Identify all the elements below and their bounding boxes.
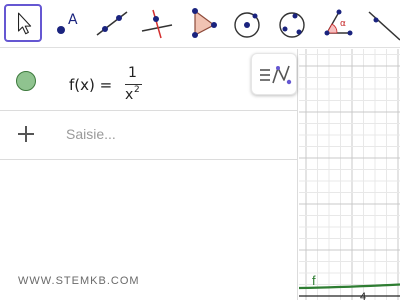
toolbar: A α [0, 0, 400, 48]
circle-center-tool-button[interactable] [228, 4, 266, 42]
reflect-line-icon [368, 11, 400, 41]
geogebra-app: A α f(x) = 1 x 2 Saisie... WWW.STEMKB.CO… [0, 0, 400, 300]
reflect-line-tool-button[interactable] [363, 4, 400, 42]
curve-label: f [312, 273, 316, 288]
polygon-icon [192, 8, 217, 38]
line-tool-button[interactable] [93, 4, 131, 42]
stylebar-toggle-button[interactable] [251, 53, 297, 95]
angle-label: α [340, 19, 346, 29]
move-tool-button[interactable] [4, 4, 42, 42]
point-tool-button[interactable]: A [48, 4, 86, 42]
perpendicular-line-tool-button[interactable] [138, 4, 176, 42]
function-denominator-base: x [125, 87, 134, 103]
input-bar[interactable]: Saisie... [66, 126, 116, 142]
point-icon: A [57, 12, 78, 34]
graphics-view[interactable]: f 4 [299, 49, 400, 300]
stylebar-icon [260, 65, 292, 85]
algebra-input-row[interactable]: Saisie... [0, 111, 298, 160]
polygon-tool-button[interactable] [183, 4, 221, 42]
function-lhs: f(x) = [69, 76, 113, 94]
watermark: WWW.STEMKB.COM [18, 275, 140, 287]
plus-icon[interactable] [15, 123, 37, 145]
function-denominator-exponent: 2 [134, 85, 140, 95]
point-label: A [68, 12, 78, 28]
visibility-toggle[interactable] [16, 71, 36, 91]
angle-tool-button[interactable]: α [318, 4, 356, 42]
function-numerator: 1 [128, 65, 137, 81]
circle-three-points-icon [279, 12, 305, 38]
circle-center-point-icon [234, 12, 260, 38]
grid [299, 49, 400, 300]
line-icon [96, 11, 128, 36]
graph-canvas[interactable]: f 4 [299, 49, 400, 300]
perpendicular-line-icon [141, 9, 173, 39]
x-tick-label: 4 [360, 291, 366, 300]
angle-icon: α [324, 9, 353, 36]
circle-three-points-tool-button[interactable] [273, 4, 311, 42]
cursor-arrow-icon [17, 12, 32, 35]
